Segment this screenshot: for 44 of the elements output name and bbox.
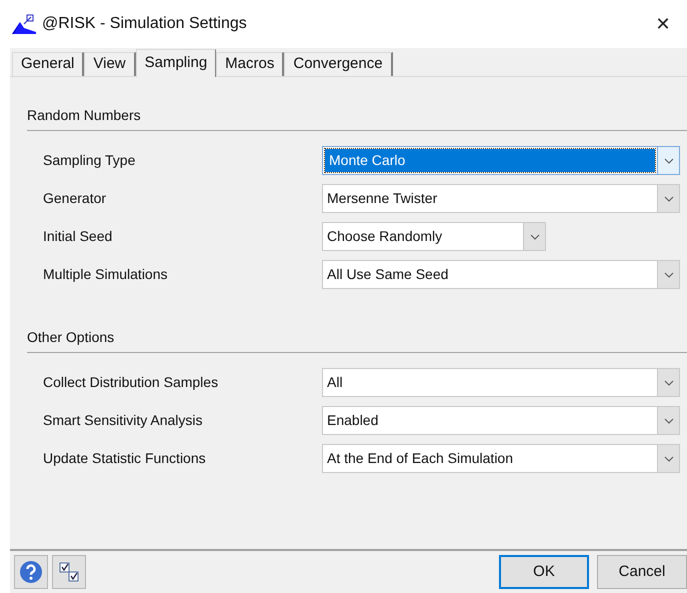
dropdown-value: Monte Carlo	[325, 149, 655, 172]
dropdown-value: Choose Randomly	[326, 227, 444, 246]
help-button[interactable]	[14, 555, 48, 589]
chevron-down-icon	[664, 418, 674, 424]
dropdown-value: At the End of Each Simulation	[326, 449, 514, 468]
dropdown[interactable]: Mersenne Twister	[322, 184, 680, 213]
section-heading: Random Numbers	[27, 106, 142, 125]
dropdown-value: Mersenne Twister	[326, 189, 438, 208]
dropdown[interactable]: Choose Randomly	[322, 222, 546, 251]
dropdown[interactable]: All	[322, 368, 680, 397]
field-label: Smart Sensitivity Analysis	[43, 411, 204, 430]
dropdown[interactable]: At the End of Each Simulation	[322, 444, 680, 473]
field-label: Collect Distribution Samples	[43, 373, 220, 392]
dropdown-value: All Use Same Seed	[326, 265, 450, 284]
dropdown-value: All	[326, 373, 344, 392]
dropdown[interactable]: Enabled	[322, 406, 680, 435]
help-icon	[19, 560, 43, 584]
section-heading: Other Options	[27, 328, 116, 347]
chevron-down-icon	[664, 456, 674, 462]
tab[interactable]: View	[84, 52, 136, 76]
chevron-down-icon	[664, 158, 674, 164]
field-label: Initial Seed	[43, 227, 114, 246]
dropdown[interactable]: Monte Carlo	[322, 146, 680, 175]
dialog-button[interactable]: Cancel	[597, 555, 687, 589]
window-title: @RISK - Simulation Settings	[42, 14, 247, 34]
settings-toggle-button[interactable]	[52, 555, 86, 589]
dialog-button[interactable]: OK	[499, 555, 589, 589]
chevron-down-icon	[664, 272, 674, 278]
dropdown[interactable]: All Use Same Seed	[322, 260, 680, 289]
chevron-down-icon	[530, 234, 540, 240]
field-label: Multiple Simulations	[43, 265, 168, 284]
field-label: Update Statistic Functions	[43, 449, 207, 468]
app-logo-icon	[12, 14, 36, 34]
dropdown-value: Enabled	[326, 411, 380, 430]
chevron-down-icon	[664, 196, 674, 202]
checkboxes-icon	[58, 561, 80, 583]
field-label: Sampling Type	[43, 151, 136, 170]
tab[interactable]: General	[12, 52, 84, 76]
tab[interactable]: Sampling	[136, 49, 216, 77]
close-button[interactable]: ✕	[643, 6, 683, 42]
chevron-down-icon	[664, 380, 674, 386]
field-label: Generator	[43, 189, 108, 208]
tab[interactable]: Macros	[216, 52, 284, 76]
tab[interactable]: Convergence	[284, 52, 393, 76]
